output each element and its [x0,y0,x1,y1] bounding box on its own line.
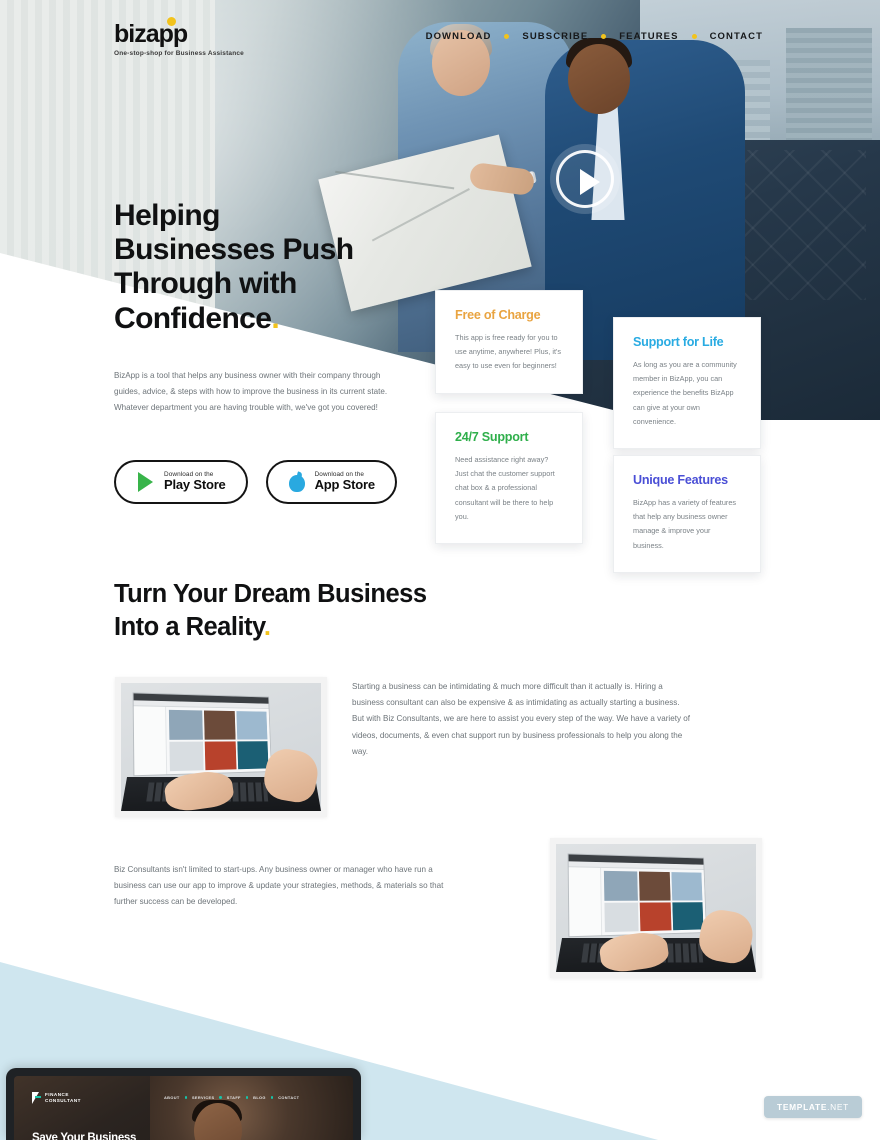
site-header: bizapp One-stop-shop for Business Assist… [0,0,880,70]
main-navigation: DOWNLOAD SUBSCRIBE FEATURES CONTACT [426,31,763,42]
apple-icon [288,472,306,493]
device-screen: FINANCE CONSULTANT ABOUT SERVICES STAFF … [14,1076,353,1140]
feature-card-title: Unique Features [633,473,728,487]
app-store-buttons: Download on the Play Store Download on t… [114,460,397,504]
laptop-photo-2-inner [556,844,756,972]
logo-dot-icon [167,17,176,26]
nav-item-subscribe[interactable]: SUBSCRIBE [522,31,588,42]
device-preview: FINANCE CONSULTANT ABOUT SERVICES STAFF … [6,1068,361,1140]
grid-tile [639,902,672,932]
nav-item-download[interactable]: DOWNLOAD [426,31,492,42]
finance-consultant-logo-icon [30,1092,41,1104]
browser-sidebar [133,706,168,776]
section2-paragraph-2: Biz Consultants isn't limited to start-u… [114,865,444,907]
nav-separator-dot-icon [691,34,697,39]
device-nav-dot-icon [270,1096,274,1099]
feature-card-free-of-charge[interactable]: Free of Charge This app is free ready fo… [435,290,583,394]
device-logo[interactable]: FINANCE CONSULTANT [30,1092,81,1104]
grid-tile [168,709,203,740]
nav-item-contact[interactable]: CONTACT [710,31,763,42]
nav-separator-dot-icon [601,34,607,39]
feature-card-unique-features[interactable]: Unique Features BizApp has a variety of … [613,455,761,573]
browser-content [133,706,271,776]
landing-page: bizapp One-stop-shop for Business Assist… [0,0,880,1140]
logo[interactable]: bizapp One-stop-shop for Business Assist… [114,17,244,57]
browser-image-grid [166,707,271,775]
feature-card-support-for-life[interactable]: Support for Life As long as you are a co… [613,317,761,450]
play-button-icon[interactable] [556,150,614,208]
feature-card-body: As long as you are a community member in… [633,360,737,426]
watermark-brand: TEMPLATE [777,1102,828,1112]
hero-headline-line-3: Through with [114,267,297,301]
grid-tile [204,741,237,771]
feature-card-24-7-support[interactable]: 24/7 Support Need assistance right away?… [435,412,583,545]
grid-tile [237,741,269,770]
logo-tagline: One-stop-shop for Business Assistance [114,50,244,57]
device-nav-item-blog[interactable]: BLOG [253,1095,266,1100]
grid-tile [603,870,638,901]
google-play-icon [136,471,155,493]
device-nav-item-about[interactable]: ABOUT [164,1095,180,1100]
laptop-screen [132,692,272,777]
app-store-label: Download on the App Store [314,471,376,493]
device-hero-photo [149,1076,353,1140]
feature-card-title: 24/7 Support [455,430,529,444]
laptop-photo-1 [115,677,327,817]
laptop-photo-1-inner [121,683,321,811]
grid-tile [604,902,639,933]
device-nav-item-contact[interactable]: CONTACT [278,1095,299,1100]
device-nav-item-staff[interactable]: STAFF [227,1095,241,1100]
feature-card-body: Need assistance right away? Just chat th… [455,455,555,521]
app-store-button[interactable]: Download on the App Store [265,460,397,504]
section2-headline-line-2: Into a Reality [114,613,264,642]
watermark-suffix: .NET [827,1102,849,1112]
hero-headline-line-2: Businesses Push [114,233,354,267]
section2-paragraph-1: Starting a business can be intimidating … [352,682,691,756]
play-store-name: Play Store [164,477,226,493]
section2-headline-line-1: Turn Your Dream Business [114,580,427,608]
section2-headline-accent-dot: . [263,613,271,642]
hero-headline-line-1: Helping [114,199,220,232]
laptop-photo-2 [550,838,762,978]
browser-sidebar [568,867,603,937]
device-logo-text: FINANCE CONSULTANT [45,1092,81,1103]
device-nav-item-services[interactable]: SERVICES [192,1095,214,1100]
nav-separator-dot-icon [504,34,510,39]
logo-wordmark: bizapp [114,20,188,48]
grid-tile [203,710,236,740]
laptop-screen [567,853,707,938]
nav-item-features[interactable]: FEATURES [619,31,678,42]
play-store-label: Download on the Play Store [164,471,226,493]
browser-content [568,867,706,937]
feature-card-title: Support for Life [633,335,724,349]
feature-card-body: BizApp has a variety of features that he… [633,498,737,550]
template-net-watermark: TEMPLATE.NET [764,1096,862,1118]
device-nav-dot-icon [219,1096,222,1099]
hero-headline-accent-dot: . [271,301,280,335]
device-logo-line-2: CONSULTANT [45,1098,81,1103]
grid-tile [638,871,671,901]
hero-headline: Helping Businesses Push Through with Con… [114,199,444,336]
feature-card-body: This app is free ready for you to use an… [455,333,562,371]
grid-tile [671,872,703,901]
device-navigation: ABOUT SERVICES STAFF BLOG CONTACT [164,1095,299,1100]
device-nav-dot-icon [184,1096,187,1099]
grid-tile [169,741,204,772]
app-store-name: App Store [314,477,376,493]
device-nav-dot-icon [245,1096,249,1099]
hero-headline-line-4: Confidence [114,301,272,335]
grid-tile [236,711,268,740]
section2-headline: Turn Your Dream Business Into a Reality. [114,578,544,644]
feature-card-title: Free of Charge [455,308,541,322]
device-headline: Save Your Business [32,1132,137,1140]
play-store-button[interactable]: Download on the Play Store [114,460,248,504]
hero-paragraph: BizApp is a tool that helps any business… [114,371,388,413]
browser-image-grid [601,868,706,936]
grid-tile [672,902,704,931]
